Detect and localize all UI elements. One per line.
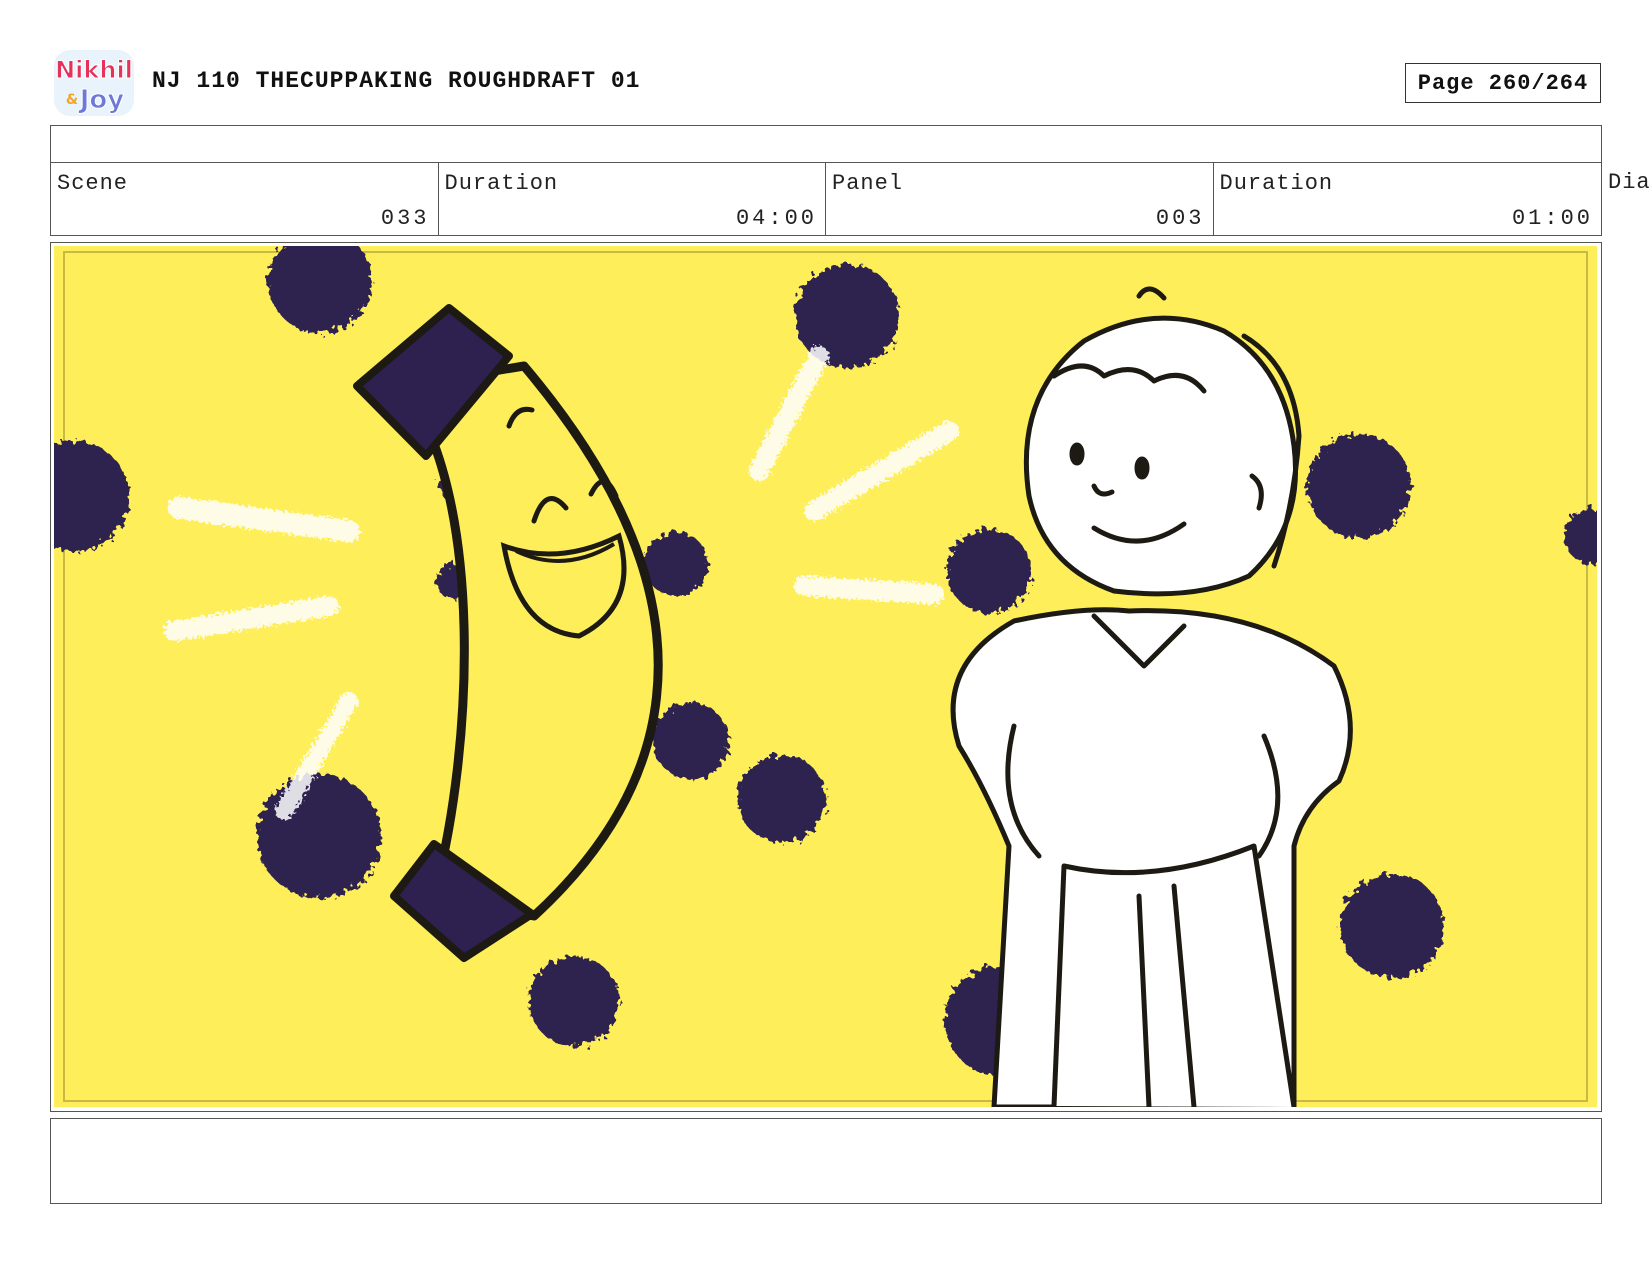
svg-text:Joy: Joy [78, 85, 125, 115]
scene-duration-value: 04:00 [735, 206, 817, 231]
scene-label: Scene [57, 171, 129, 196]
svg-text:Nikhil: Nikhil [55, 56, 133, 84]
scene-value: 033 [380, 206, 430, 231]
panel-duration-label: Duration [1219, 171, 1334, 196]
notes-box [50, 1118, 1602, 1204]
panel-artwork [54, 246, 1597, 1107]
panel-duration-cell: Duration 01:00 [1214, 163, 1602, 235]
svg-text:&: & [66, 92, 78, 108]
scene-duration-cell: Duration 04:00 [439, 163, 826, 235]
panel-value: 003 [1155, 206, 1205, 231]
show-logo: Nikhil & Joy [52, 48, 136, 118]
panel-label: Panel [832, 171, 904, 196]
panel-cell: Panel 003 [826, 163, 1214, 235]
panel-duration-value: 01:00 [1511, 206, 1593, 231]
page-indicator: Page 260/264 [1405, 63, 1601, 103]
header-blank-row [50, 125, 1602, 163]
panel-background [54, 246, 1597, 1107]
document-title: NJ 110 THECUPPAKING ROUGHDRAFT 01 [152, 68, 641, 94]
dialogue-label: Dia [1608, 170, 1650, 195]
info-row: Scene 033 Duration 04:00 Panel 003 Durat… [50, 162, 1602, 236]
scene-duration-label: Duration [444, 171, 559, 196]
storyboard-panel [50, 242, 1602, 1112]
scene-cell: Scene 033 [51, 163, 439, 235]
